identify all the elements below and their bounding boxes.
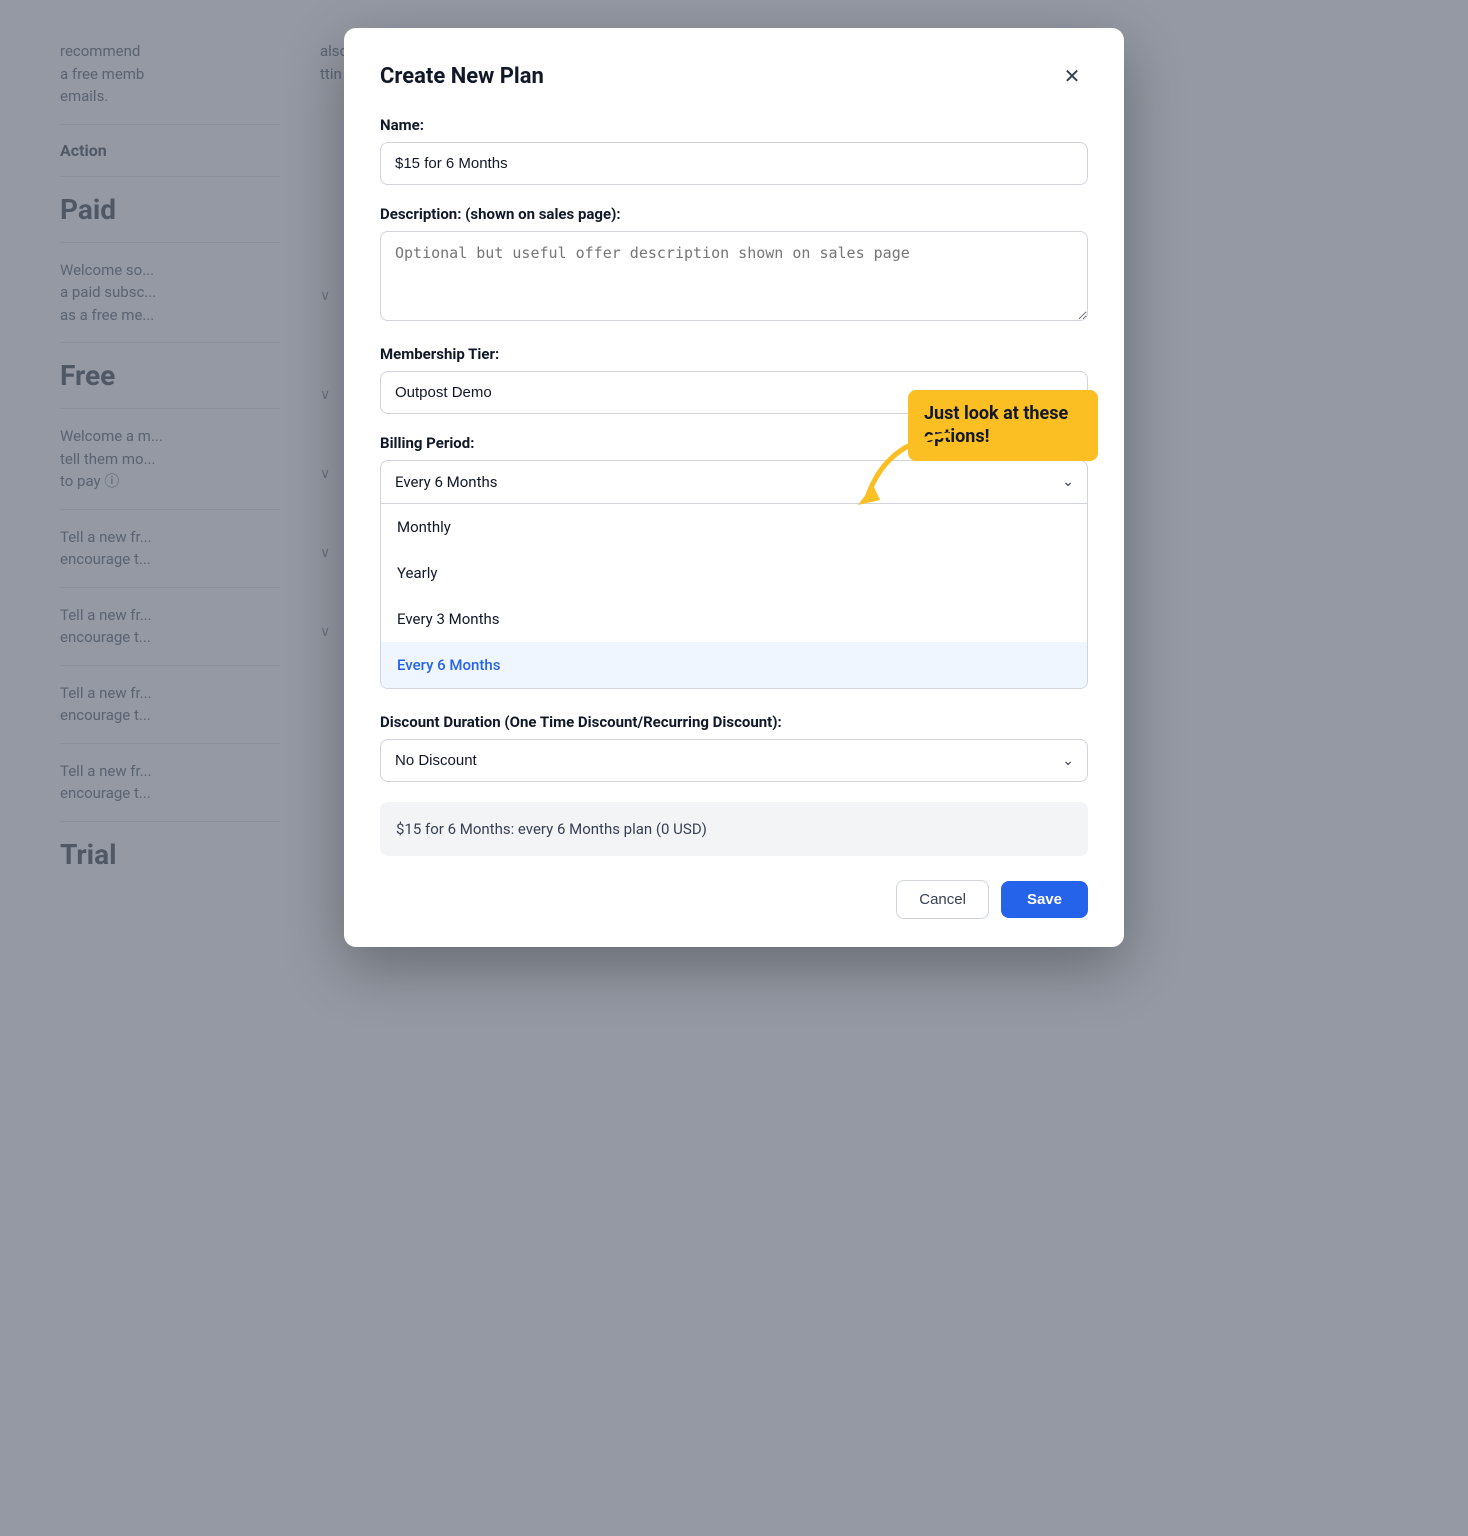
description-textarea[interactable] — [380, 231, 1088, 321]
billing-period-dropdown: Monthly Yearly Every 3 Months Every 6 Mo… — [380, 504, 1088, 689]
billing-period-selected-display[interactable]: Every 6 Months — [380, 460, 1088, 504]
billing-option-every-3-months[interactable]: Every 3 Months — [381, 596, 1087, 642]
discount-select[interactable]: No Discount — [380, 739, 1088, 782]
modal-title: Create New Plan — [380, 64, 544, 89]
billing-period-container: Just look at these options! Every 6 Mont… — [380, 460, 1088, 689]
name-field-group: Name: — [380, 116, 1088, 185]
plan-summary-box: $15 for 6 Months: every 6 Months plan (0… — [380, 802, 1088, 856]
modal-header: Create New Plan ✕ — [380, 60, 1088, 92]
close-icon: ✕ — [1064, 64, 1081, 89]
modal-close-button[interactable]: ✕ — [1056, 60, 1088, 92]
cancel-label: Cancel — [919, 891, 966, 908]
description-field-group: Description: (shown on sales page): — [380, 205, 1088, 325]
annotation-container: Just look at these options! — [908, 390, 1098, 461]
cancel-button[interactable]: Cancel — [896, 880, 989, 919]
save-button[interactable]: Save — [1001, 881, 1088, 918]
annotation-arrow-icon — [848, 430, 968, 510]
discount-select-wrapper: No Discount ⌄ — [380, 739, 1088, 782]
name-input[interactable] — [380, 142, 1088, 185]
summary-text: $15 for 6 Months: every 6 Months plan (0… — [396, 820, 707, 838]
membership-tier-label: Membership Tier: — [380, 345, 1088, 363]
billing-period-value: Every 6 Months — [395, 473, 498, 491]
create-plan-modal: Create New Plan ✕ Name: Description: (sh… — [344, 28, 1124, 947]
billing-period-group: Billing Period: Just look at these optio… — [380, 434, 1088, 693]
discount-label: Discount Duration (One Time Discount/Rec… — [380, 713, 1088, 731]
billing-option-every-6-months[interactable]: Every 6 Months — [381, 642, 1087, 688]
billing-period-select-wrapper: Every 6 Months ⌄ — [380, 460, 1088, 504]
description-label: Description: (shown on sales page): — [380, 205, 1088, 223]
name-label: Name: — [380, 116, 1088, 134]
billing-option-monthly[interactable]: Monthly — [381, 504, 1087, 550]
modal-footer: Cancel Save — [380, 880, 1088, 919]
discount-field-group: Discount Duration (One Time Discount/Rec… — [380, 713, 1088, 782]
save-label: Save — [1027, 891, 1062, 908]
billing-option-yearly[interactable]: Yearly — [381, 550, 1087, 596]
